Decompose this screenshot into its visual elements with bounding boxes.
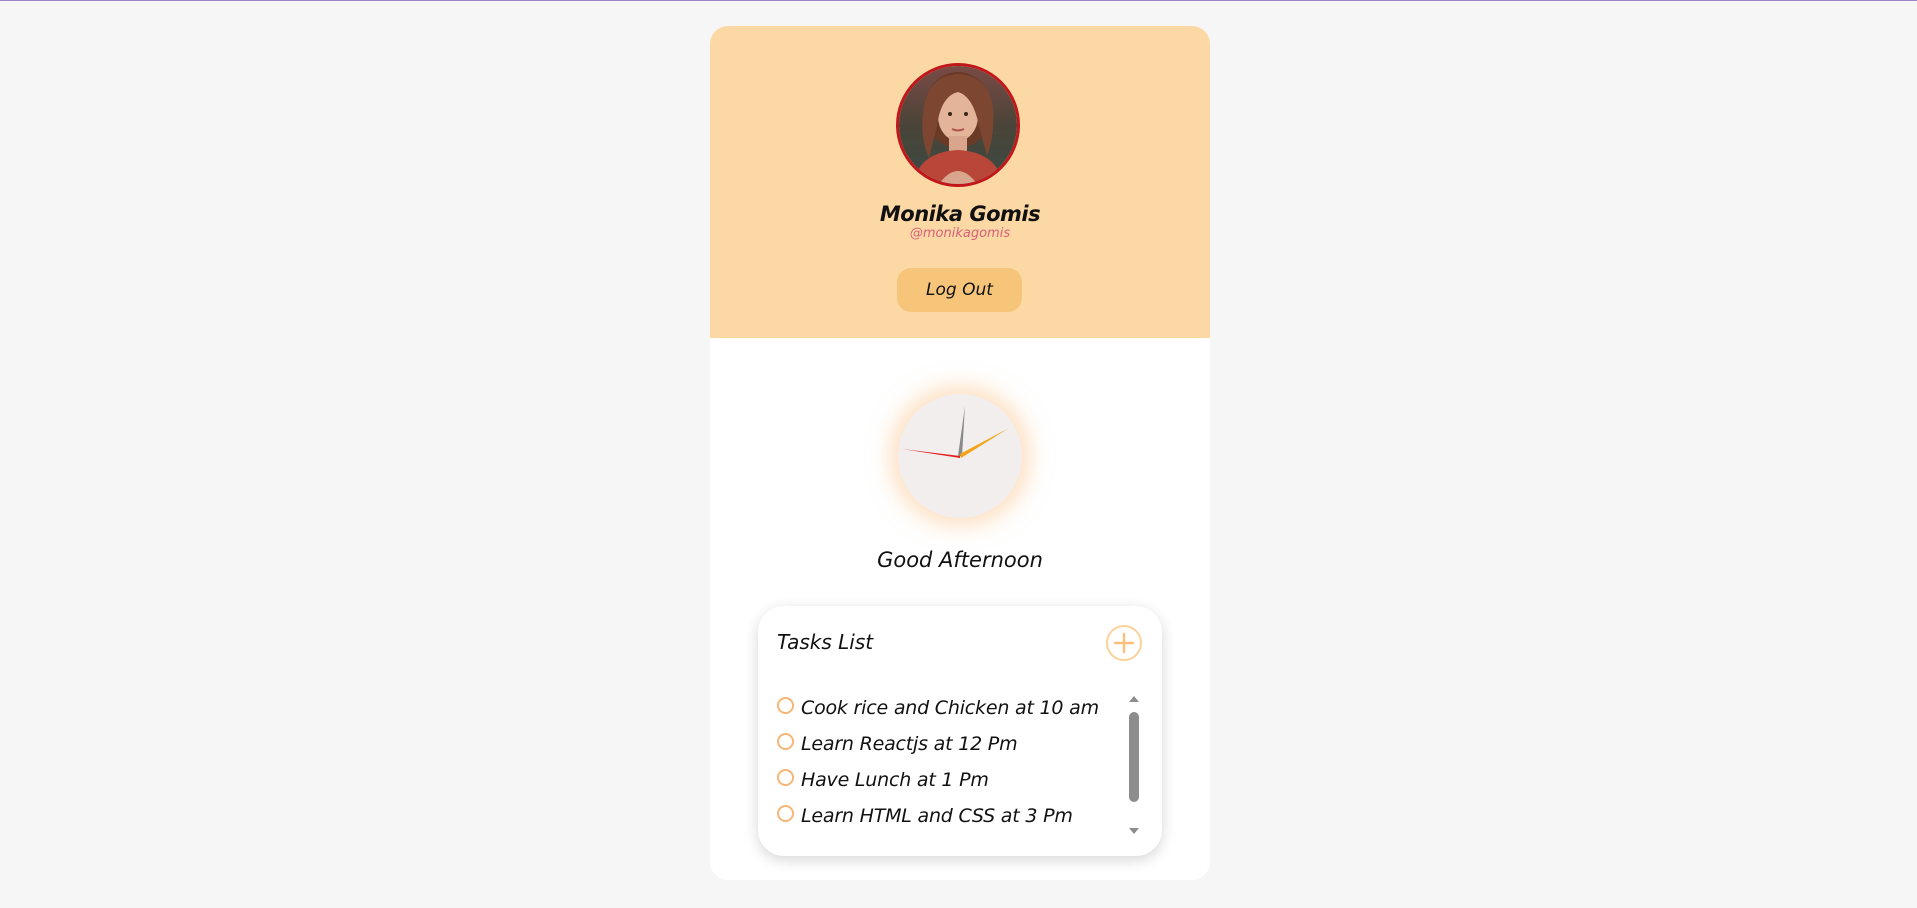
task-checkbox[interactable] [777, 732, 794, 750]
analog-clock [898, 394, 1022, 518]
task-checkbox[interactable] [777, 696, 794, 714]
profile-card: Monika Gomis @monikagomis Log Out Good A… [710, 26, 1210, 880]
scrollbar-thumb[interactable] [1129, 712, 1139, 802]
profile-handle: @monikagomis [909, 226, 1011, 241]
list-item: Learn Reactjs at 12 Pm [777, 726, 1137, 762]
task-label: Cook rice and Chicken at 10 am [801, 697, 1099, 719]
scroll-up-arrow-icon[interactable] [1128, 694, 1140, 704]
clock-face-icon [902, 406, 1009, 458]
clock-second-hand [902, 449, 960, 458]
list-item: Learn HTML and CSS at 3 Pm [777, 798, 1137, 834]
tasks-title: Tasks List [777, 630, 874, 654]
list-item: Have Lunch at 1 Pm [777, 762, 1137, 798]
list-item [777, 834, 1137, 840]
task-list-scrollbar[interactable] [1128, 694, 1140, 836]
task-checkbox[interactable] [777, 804, 794, 822]
greeting-text: Good Afternoon [877, 548, 1043, 572]
task-list: Cook rice and Chicken at 10 am Learn Rea… [777, 690, 1137, 840]
avatar [896, 63, 1020, 187]
avatar-photo-icon [899, 66, 1017, 184]
tasks-panel: Tasks List Cook rice and Chicken at 10 a… [758, 606, 1162, 856]
task-label: Have Lunch at 1 Pm [801, 769, 989, 791]
task-label: Learn HTML and CSS at 3 Pm [801, 805, 1073, 827]
top-border-line [0, 0, 1917, 1]
profile-header: Monika Gomis @monikagomis Log Out [710, 26, 1210, 338]
task-label: Learn Reactjs at 12 Pm [801, 733, 1018, 755]
scroll-down-arrow-icon[interactable] [1128, 826, 1140, 836]
task-checkbox[interactable] [777, 768, 794, 786]
profile-name: Monika Gomis [879, 202, 1041, 226]
logout-button[interactable]: Log Out [897, 268, 1022, 312]
clock-minute-hand [958, 406, 965, 456]
add-task-button[interactable] [1106, 625, 1142, 661]
list-item: Cook rice and Chicken at 10 am [777, 690, 1137, 726]
plus-icon [1113, 632, 1135, 654]
clock-hour-hand [960, 428, 1009, 458]
